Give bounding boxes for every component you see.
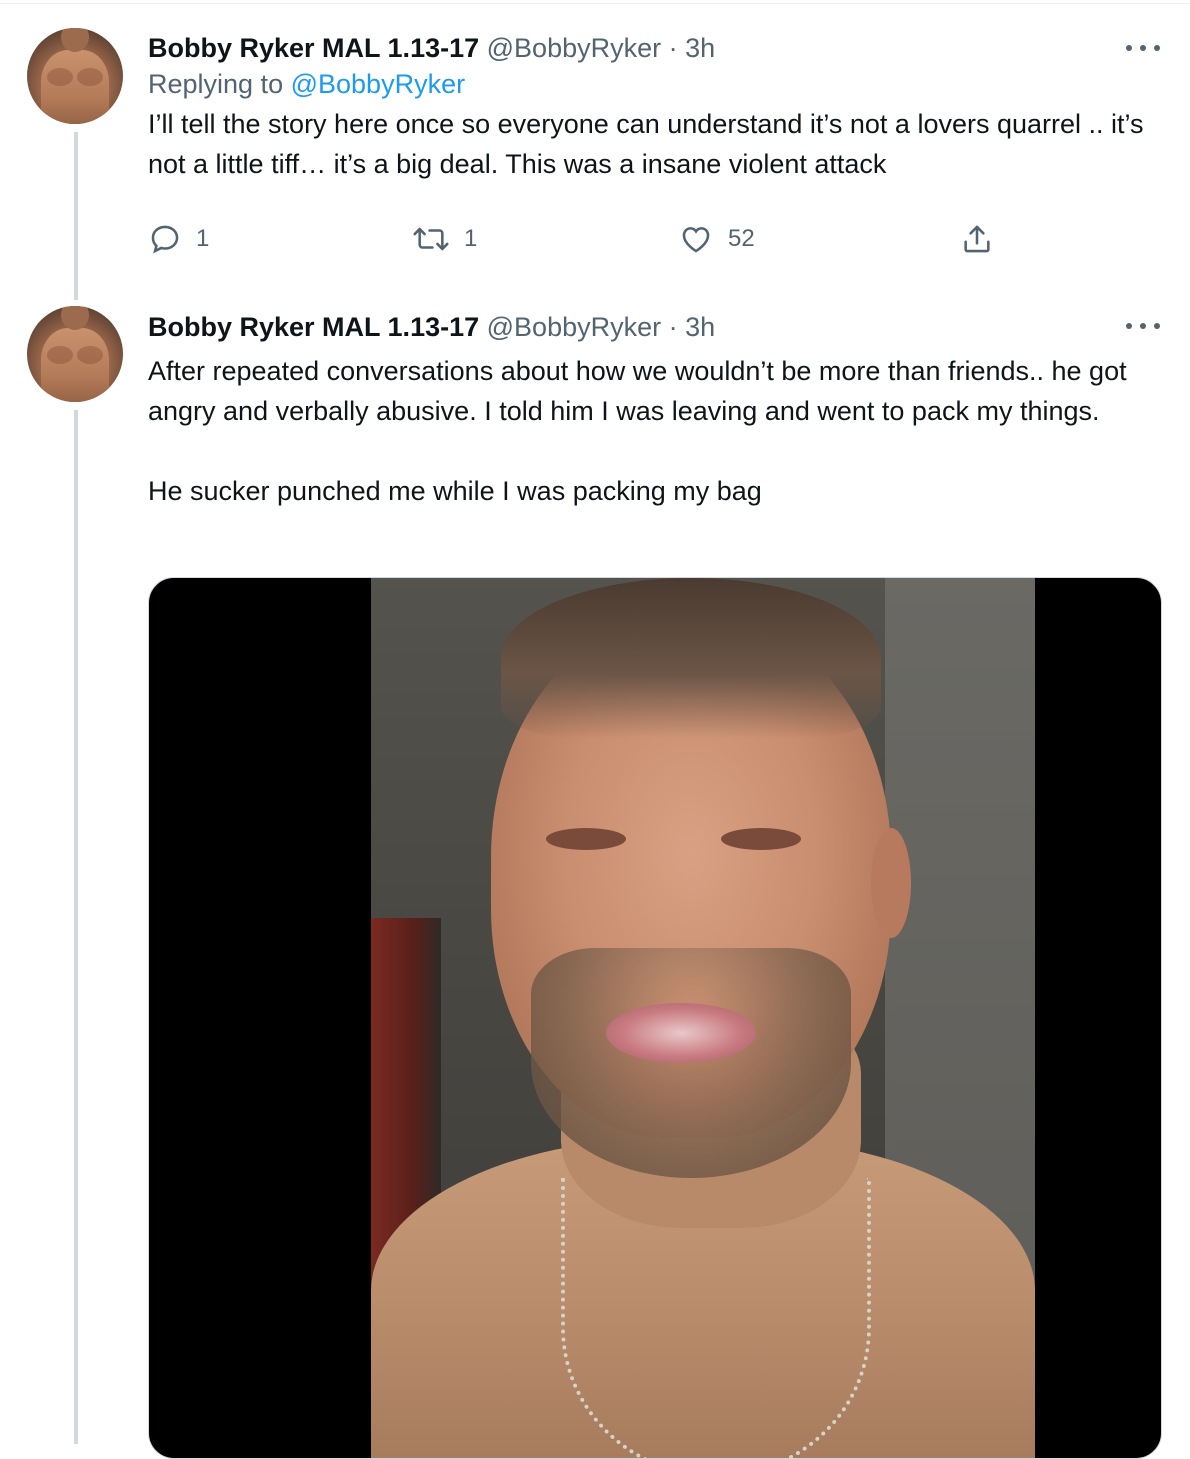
timestamp[interactable]: 3h (685, 312, 715, 342)
heart-icon (682, 227, 710, 253)
share-button[interactable] (960, 222, 994, 256)
share-upload-icon (964, 225, 990, 253)
replying-to: Replying to @BobbyRyker (148, 66, 1160, 102)
like-count: 52 (728, 225, 755, 252)
display-name[interactable]: Bobby Ryker MAL 1.13-17 (148, 312, 479, 342)
thread-connector-line (74, 410, 78, 1444)
tweet-text: After repeated conversations about how w… (148, 356, 1127, 506)
retweet-icon (413, 227, 449, 251)
user-handle[interactable]: @BobbyRyker (487, 33, 661, 63)
tweet-media-photo[interactable] (148, 577, 1162, 1459)
replying-prefix: Replying to (148, 69, 284, 99)
avatar[interactable] (27, 28, 123, 124)
retweet-count: 1 (464, 225, 478, 252)
separator-dot: · (668, 33, 678, 63)
reply-count: 1 (196, 225, 210, 252)
top-divider (0, 3, 1190, 4)
display-name[interactable]: Bobby Ryker MAL 1.13-17 (148, 33, 479, 63)
reply-bubble-icon (151, 225, 179, 254)
replying-mention-link[interactable]: @BobbyRyker (291, 69, 465, 99)
tweet-actions: 1 1 52 (148, 222, 1048, 262)
more-horizontal-icon[interactable] (1126, 316, 1160, 336)
separator-dot: · (668, 312, 678, 342)
photo-image (371, 578, 1035, 1458)
like-button[interactable]: 52 (678, 222, 755, 256)
reply-button[interactable]: 1 (148, 222, 209, 256)
user-handle[interactable]: @BobbyRyker (487, 312, 661, 342)
retweet-button[interactable]: 1 (412, 222, 477, 256)
more-horizontal-icon[interactable] (1126, 38, 1160, 58)
tweet-header: Bobby Ryker MAL 1.13-17 @BobbyRyker · 3h (148, 30, 1160, 66)
tweet-header: Bobby Ryker MAL 1.13-17 @BobbyRyker · 3h (148, 309, 1160, 345)
thread-connector-line (74, 132, 78, 300)
avatar[interactable] (27, 306, 123, 402)
timestamp[interactable]: 3h (685, 33, 715, 63)
tweet-text: I’ll tell the story here once so everyon… (148, 109, 1152, 179)
